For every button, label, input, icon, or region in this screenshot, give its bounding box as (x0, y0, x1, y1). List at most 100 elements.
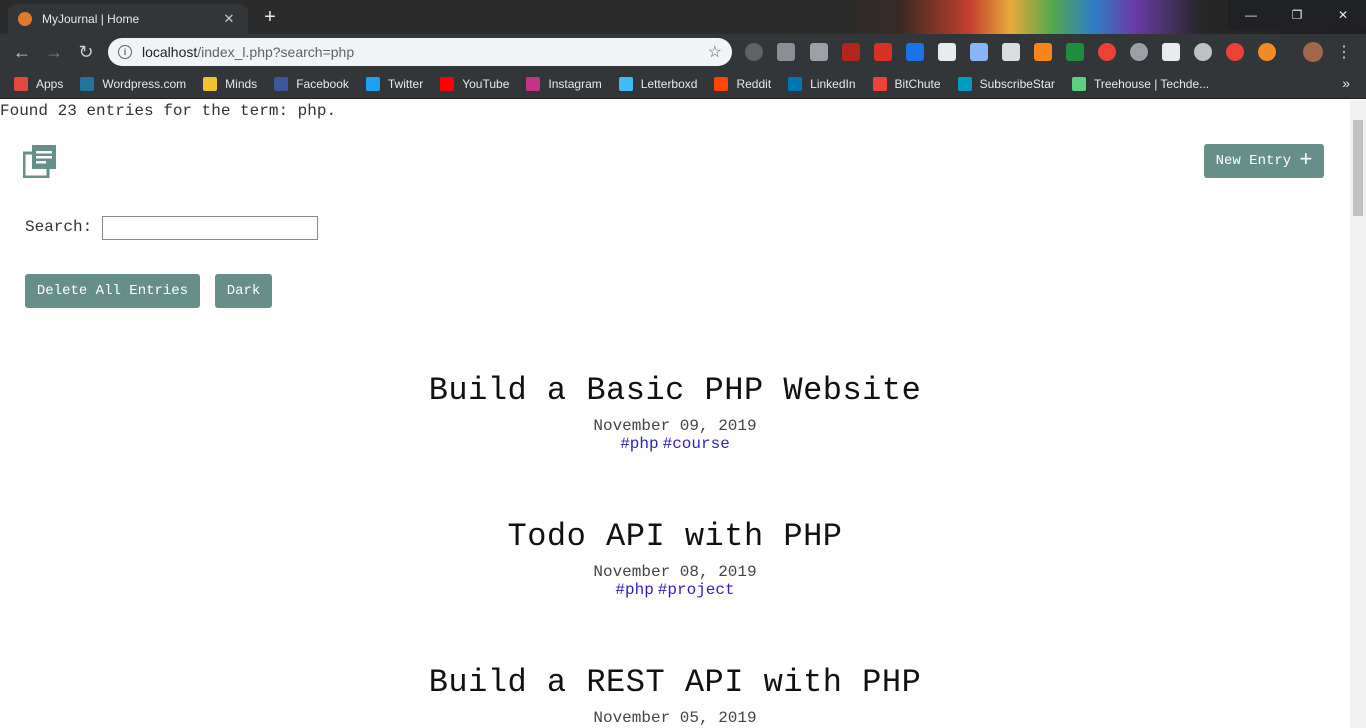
entry-date: November 09, 2019 (593, 417, 757, 435)
bookmark-label: LinkedIn (810, 77, 856, 91)
plus-icon: + (1299, 148, 1313, 173)
bookmark-label: Reddit (736, 77, 772, 91)
bookmark-label: Apps (36, 77, 64, 91)
adblock-hand-icon[interactable] (1098, 43, 1116, 61)
entry-date: November 08, 2019 (593, 563, 757, 581)
bookmark-reddit[interactable]: Reddit (714, 77, 771, 91)
profile-avatar[interactable] (1303, 42, 1323, 62)
search-results-count: Found 23 entries for the term: php. (0, 102, 337, 120)
bookmark-facebook[interactable]: Facebook (274, 77, 349, 91)
bookmark-wordpress-com[interactable]: Wordpress.com (80, 77, 186, 91)
new-tab-button[interactable]: + (258, 6, 282, 29)
tabs-extension-icon[interactable] (938, 43, 956, 61)
dark-mode-button[interactable]: Dark (215, 274, 272, 308)
page-content: Found 23 entries for the term: php. New … (0, 100, 1350, 728)
metamask-fox-icon[interactable] (1034, 43, 1052, 61)
s-extension-icon[interactable] (906, 43, 924, 61)
chat-bubble-extension-icon[interactable] (1194, 43, 1212, 61)
bookmark-star-icon[interactable]: ☆ (708, 42, 722, 62)
address-bar[interactable]: i localhost/index_l.php?search=php ☆ (108, 38, 732, 66)
site-info-icon[interactable]: i (118, 45, 132, 59)
bookmark-label: YouTube (462, 77, 510, 91)
entry-tags: #php #project (0, 581, 1350, 599)
minimize-window-button[interactable]: — (1228, 0, 1274, 30)
pdf-extension-icon[interactable] (842, 43, 860, 61)
extension-icon[interactable] (745, 43, 763, 61)
back-arrow-icon[interactable]: ← (10, 40, 34, 64)
css-extension-icon[interactable] (810, 43, 828, 61)
infinity-extension-icon[interactable] (1258, 43, 1276, 61)
twitter-icon (365, 77, 380, 91)
close-window-button[interactable]: ✕ (1320, 0, 1366, 30)
entry-card: Build a Basic PHP Website November 09, 2… (0, 372, 1350, 453)
site-favicon-icon (18, 12, 32, 26)
entry-date: November 05, 2019 (593, 709, 757, 727)
entry-tags: #php #course (0, 435, 1350, 453)
treehouse-icon (1071, 77, 1086, 91)
bookmark-linkedin[interactable]: LinkedIn (788, 77, 856, 91)
m-extension-icon[interactable] (1130, 43, 1148, 61)
bookmarks-bar: Apps Wordpress.com Minds Facebook Twitter You… (0, 70, 1366, 99)
restore-window-button[interactable]: ❐ (1274, 0, 1320, 30)
new-entry-label: New Entry (1215, 153, 1292, 169)
bookmark-label: Minds (225, 77, 258, 91)
linkedin-icon (788, 77, 803, 91)
entry-card: Todo API with PHP November 08, 2019 #php… (0, 518, 1350, 599)
browser-titlebar: MyJournal | Home ✕ + — ❐ ✕ (0, 0, 1366, 34)
more-bookmarks-chevron-icon[interactable]: » (1342, 75, 1350, 91)
tag-link[interactable]: #php (615, 581, 653, 599)
s-green-extension-icon[interactable] (1066, 43, 1084, 61)
bookmark-subscribestar[interactable]: SubscribeStar (957, 77, 1055, 91)
browser-tab[interactable]: MyJournal | Home ✕ (8, 4, 248, 34)
browser-menu-icon[interactable]: ⋮ (1336, 42, 1352, 62)
url-host: localhost (142, 44, 198, 60)
privacy-shield-extension-icon[interactable] (777, 43, 795, 61)
bookmark-letterboxd[interactable]: Letterboxd (618, 77, 698, 91)
red-ghost-extension-icon[interactable] (1226, 43, 1244, 61)
delete-all-entries-button[interactable]: Delete All Entries (25, 274, 200, 308)
apps-grid-icon (14, 77, 28, 91)
bookmark-bitchute[interactable]: BitChute (872, 77, 941, 91)
bookmark-label: Facebook (296, 77, 349, 91)
screen-extension-icon[interactable] (970, 43, 988, 61)
wrench-extension-icon[interactable] (1002, 43, 1020, 61)
bookmark-instagram[interactable]: Instagram (526, 77, 602, 91)
entry-title[interactable]: Todo API with PHP (0, 518, 1350, 555)
tag-link[interactable]: #project (658, 581, 735, 599)
bookmark-label: Instagram (548, 77, 602, 91)
browser-toolbar: ← → ↻ i localhost/index_l.php?search=php… (0, 34, 1366, 70)
youtube-icon (440, 77, 455, 91)
wordpress-icon (80, 77, 95, 91)
bookmark-label: SubscribeStar (979, 77, 1055, 91)
bookmark-apps[interactable]: Apps (14, 77, 63, 91)
glasses-extension-icon[interactable] (1162, 43, 1180, 61)
bitchute-icon (872, 77, 887, 91)
search-input[interactable] (102, 216, 318, 240)
bookmark-twitter[interactable]: Twitter (365, 77, 423, 91)
journal-logo-icon[interactable] (23, 144, 57, 178)
tab-close-icon[interactable]: ✕ (220, 11, 238, 27)
facebook-icon (274, 77, 289, 91)
bookmark-label: BitChute (894, 77, 941, 91)
bookmark-youtube[interactable]: YouTube (440, 77, 509, 91)
entry-title[interactable]: Build a REST API with PHP (0, 664, 1350, 701)
entry-card: Build a REST API with PHP November 05, 2… (0, 664, 1350, 727)
search-label: Search: (25, 218, 93, 236)
scrollbar-thumb[interactable] (1353, 120, 1363, 216)
bookmark-treehouse-techde[interactable]: Treehouse | Techde... (1071, 77, 1209, 91)
new-entry-button[interactable]: New Entry + (1204, 144, 1324, 178)
todo-extension-icon[interactable] (874, 43, 892, 61)
url-path: /index_l.php?search=php (197, 44, 355, 60)
minds-bulb-icon (203, 77, 218, 91)
entry-title[interactable]: Build a Basic PHP Website (0, 372, 1350, 409)
page-scrollbar[interactable] (1350, 100, 1366, 728)
letterboxd-icon (618, 77, 633, 91)
bookmark-label: Letterboxd (640, 77, 698, 91)
reddit-icon (714, 77, 729, 91)
tag-link[interactable]: #course (663, 435, 730, 453)
forward-arrow-icon[interactable]: → (42, 40, 66, 64)
reload-icon[interactable]: ↻ (74, 40, 98, 64)
instagram-icon (526, 77, 541, 91)
tag-link[interactable]: #php (620, 435, 658, 453)
bookmark-minds[interactable]: Minds (203, 77, 257, 91)
